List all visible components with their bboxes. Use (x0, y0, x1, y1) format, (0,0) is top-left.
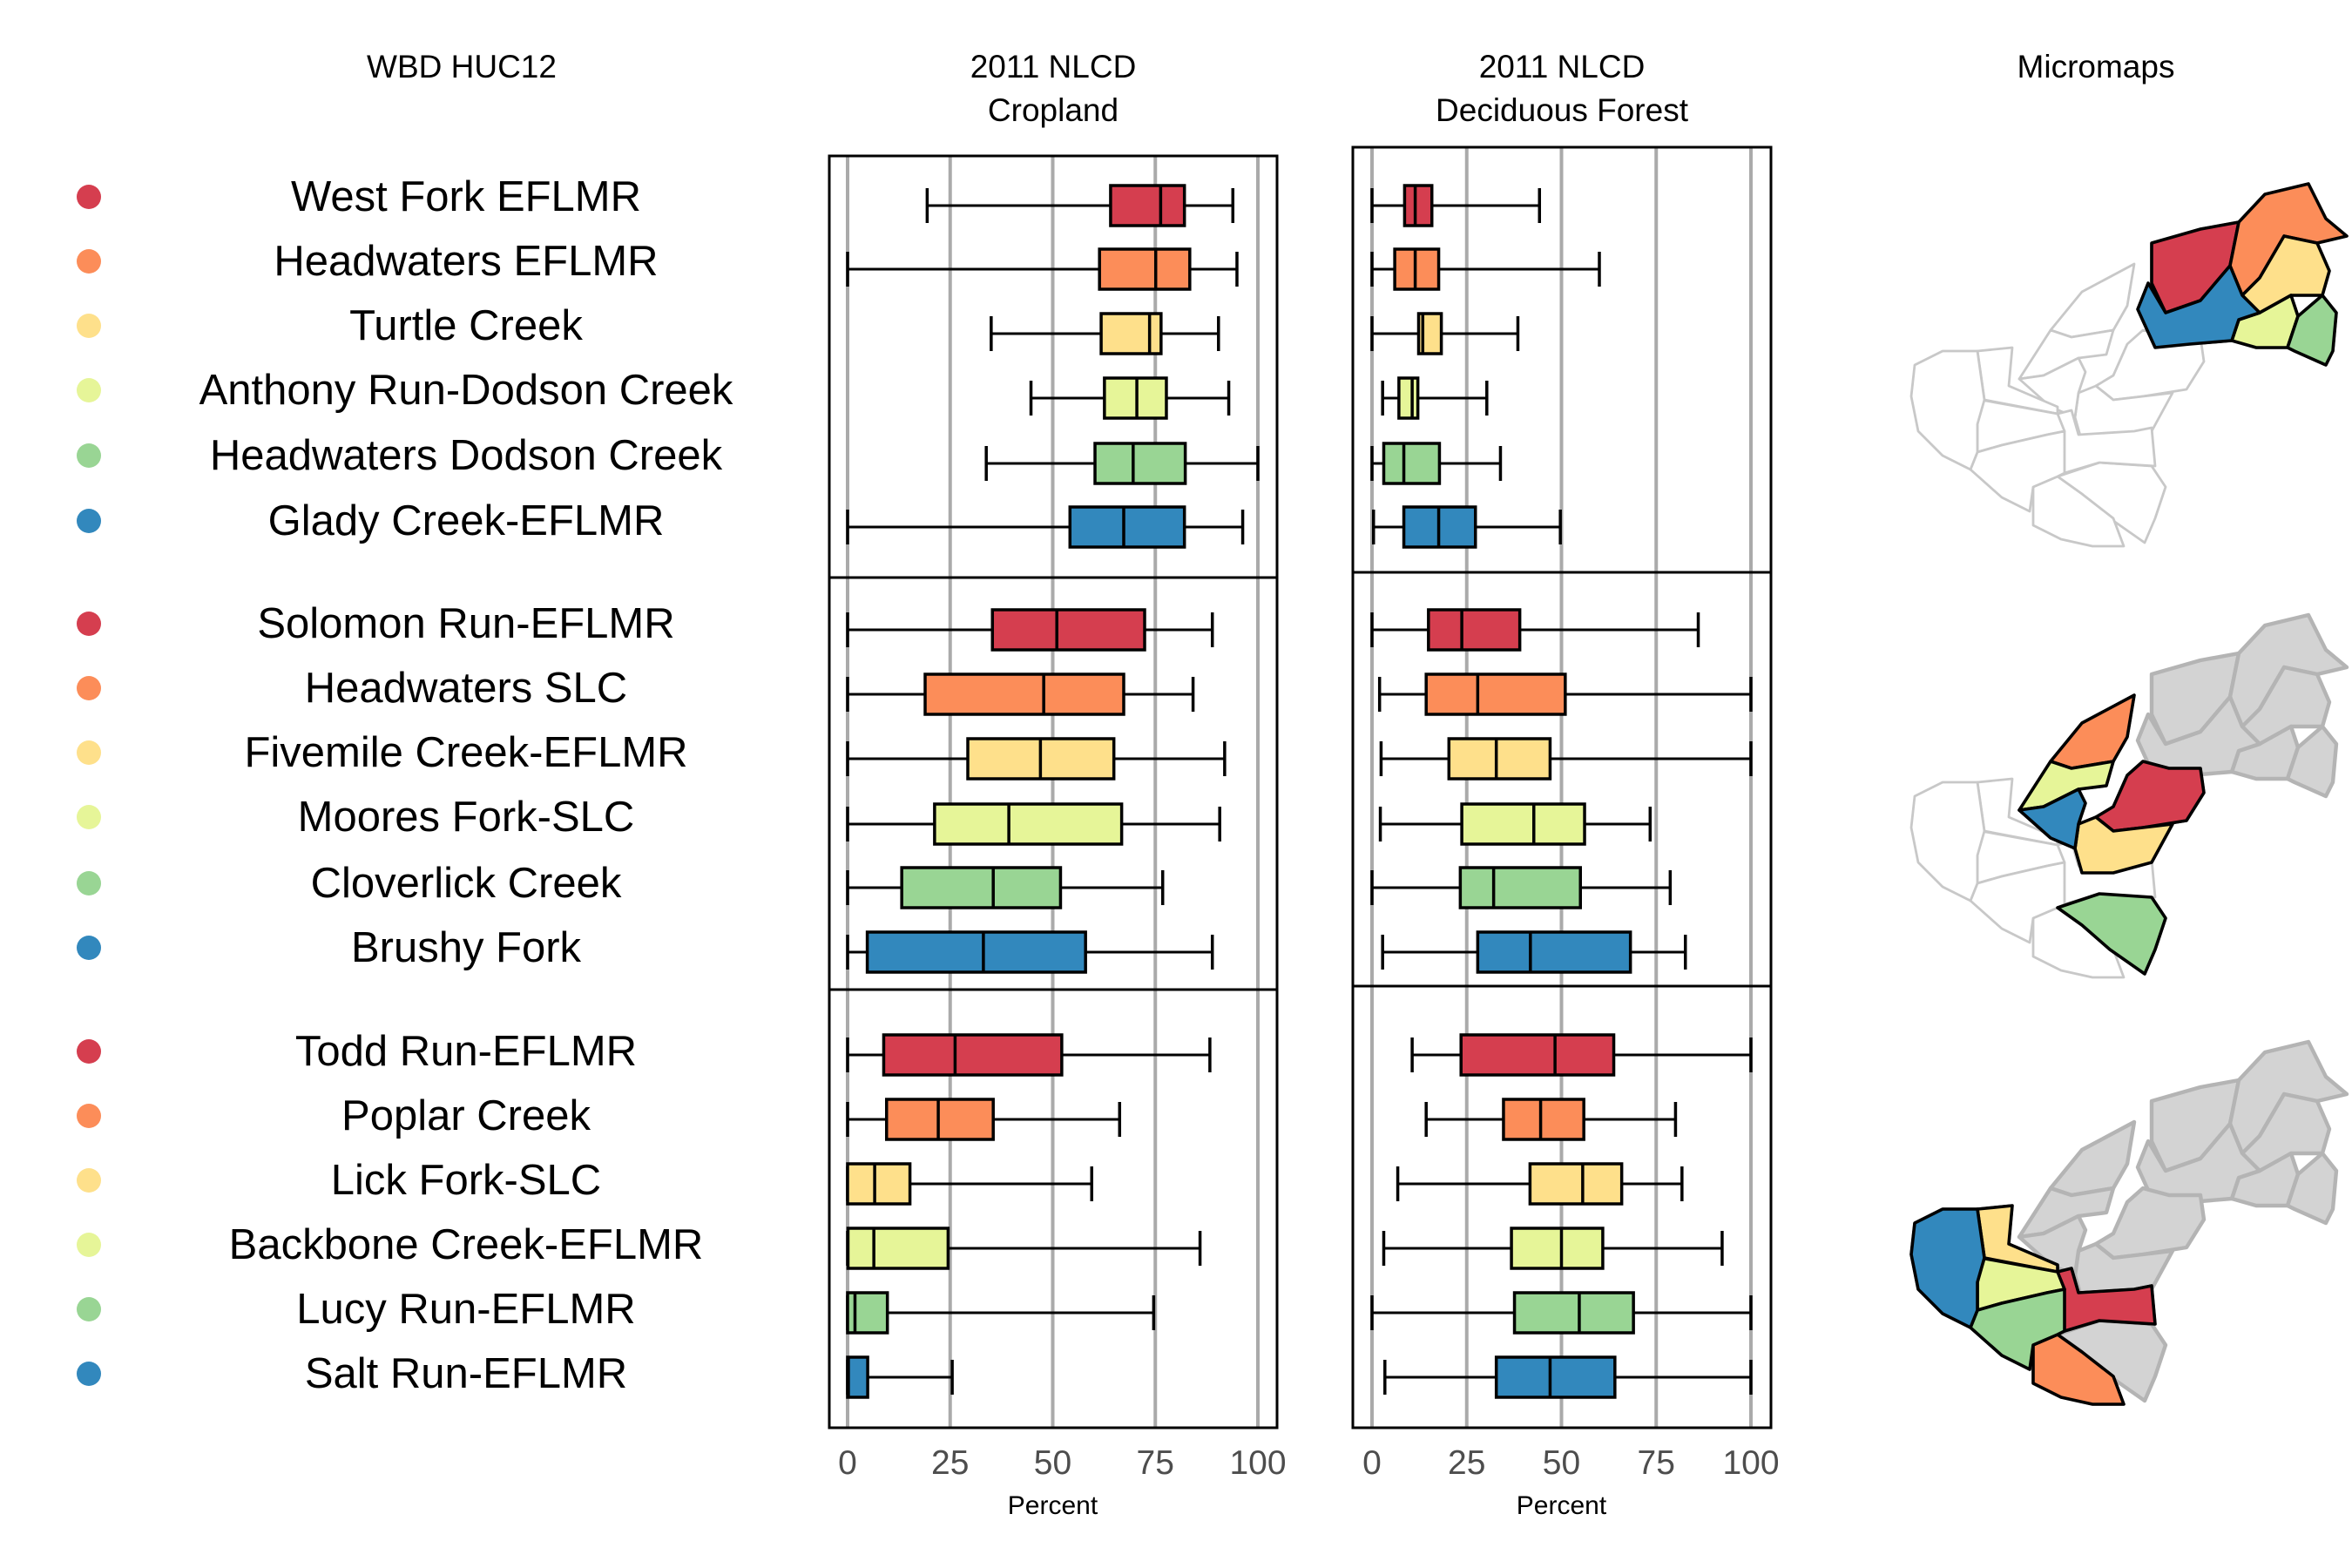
map-region-outline (1909, 781, 1986, 902)
iqr-box (846, 1355, 869, 1399)
x-tick-label: 50 (1543, 1444, 1580, 1482)
x-tick-label: 0 (1362, 1444, 1382, 1482)
x-axis-title: Percent (1008, 1491, 1098, 1520)
x-tick-label: 100 (1722, 1444, 1779, 1482)
micromap (1909, 612, 2349, 979)
iqr-box (900, 866, 1063, 909)
iqr-box (846, 1227, 950, 1270)
x-tick-label: 25 (931, 1444, 969, 1482)
iqr-box (1510, 1227, 1605, 1270)
x-tick-label: 100 (1229, 1444, 1286, 1482)
cropland-panel: 0 25 50 75 100 Percent (828, 154, 1287, 1520)
iqr-box (1459, 1033, 1616, 1077)
iqr-box (1460, 802, 1586, 846)
map-region-highlighted (1909, 1207, 1986, 1329)
iqr-box (1528, 1162, 1624, 1206)
map-region-outline (2049, 262, 2136, 339)
iqr-box (1093, 442, 1187, 485)
iqr-box (923, 672, 1125, 716)
x-tick-label: 75 (1137, 1444, 1174, 1482)
iqr-box (1476, 930, 1632, 974)
x-axis-title: Percent (1517, 1491, 1607, 1520)
iqr-box (1512, 1291, 1635, 1335)
x-tick-label: 75 (1638, 1444, 1675, 1482)
iqr-box (1109, 184, 1186, 227)
map-region-previous (2048, 1119, 2137, 1198)
x-tick-label: 0 (838, 1444, 857, 1482)
iqr-box (1397, 376, 1420, 420)
iqr-box (1382, 442, 1442, 485)
iqr-box (1068, 505, 1186, 549)
iqr-box (1458, 866, 1582, 909)
iqr-box (1098, 247, 1192, 291)
micromap (1909, 1039, 2349, 1406)
iqr-box (1447, 737, 1552, 781)
linked-micromap-plot: 0 25 50 75 100 Percent 0 25 50 75 100 Percent (828, 145, 2349, 1520)
iqr-box (846, 1162, 912, 1206)
iqr-box (1494, 1355, 1617, 1399)
map-region-highlighted (2049, 693, 2136, 770)
iqr-box (990, 608, 1146, 652)
x-tick-label: 50 (1034, 1444, 1071, 1482)
iqr-box (1424, 672, 1567, 716)
iqr-box (933, 802, 1124, 846)
iqr-box (865, 930, 1087, 974)
forest-panel: 0 25 50 75 100 Percent (1351, 145, 1780, 1520)
map-region-highlighted (2094, 760, 2206, 833)
iqr-box (1402, 184, 1434, 227)
iqr-box (882, 1033, 1064, 1077)
iqr-box (884, 1098, 995, 1141)
micromap (1909, 182, 2349, 548)
iqr-box (1427, 608, 1522, 652)
map-region-outline (1909, 349, 1986, 471)
x-tick-label: 25 (1448, 1444, 1485, 1482)
iqr-box (1099, 312, 1163, 355)
iqr-box (1502, 1098, 1585, 1141)
